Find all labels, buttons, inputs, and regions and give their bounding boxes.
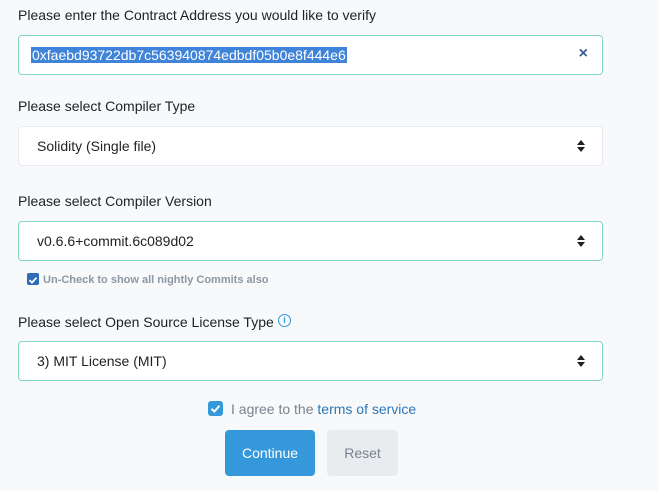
license-type-select[interactable]: 3) MIT License (MIT) (18, 341, 603, 381)
license-type-selected: 3) MIT License (MIT) (37, 353, 167, 369)
checkmark-icon (210, 405, 221, 413)
select-arrows-icon (577, 355, 585, 367)
nightly-commits-note: Un-Check to show all nightly Commits als… (43, 274, 269, 286)
terms-of-service-link[interactable]: terms of service (317, 401, 416, 417)
reset-button[interactable]: Reset (327, 430, 398, 476)
compiler-type-selected: Solidity (Single file) (37, 138, 157, 154)
nightly-commits-checkbox[interactable] (27, 273, 39, 285)
compiler-version-selected: v0.6.6+commit.6c089d02 (37, 233, 194, 249)
info-icon[interactable]: i (278, 314, 291, 327)
agree-checkbox[interactable] (208, 401, 223, 416)
agree-prefix: I agree to the (231, 401, 318, 417)
select-arrows-icon (577, 140, 585, 152)
contract-address-label: Please enter the Contract Address you wo… (18, 7, 376, 23)
compiler-type-label: Please select Compiler Type (18, 98, 196, 114)
contract-address-input[interactable]: 0xfaebd93722db7c563940874edbdf05b0e8f444… (18, 35, 603, 75)
license-type-label: Please select Open Source License Type (18, 314, 274, 330)
continue-button[interactable]: Continue (225, 430, 315, 476)
agree-text: I agree to the terms of service (231, 401, 416, 417)
contract-address-value: 0xfaebd93722db7c563940874edbdf05b0e8f444… (31, 47, 347, 63)
compiler-version-label: Please select Compiler Version (18, 193, 212, 209)
compiler-type-select[interactable]: Solidity (Single file) (18, 126, 603, 166)
select-arrows-icon (577, 235, 585, 247)
compiler-version-select[interactable]: v0.6.6+commit.6c089d02 (18, 221, 603, 261)
clear-icon[interactable]: × (579, 45, 588, 63)
checkmark-icon (28, 276, 38, 284)
